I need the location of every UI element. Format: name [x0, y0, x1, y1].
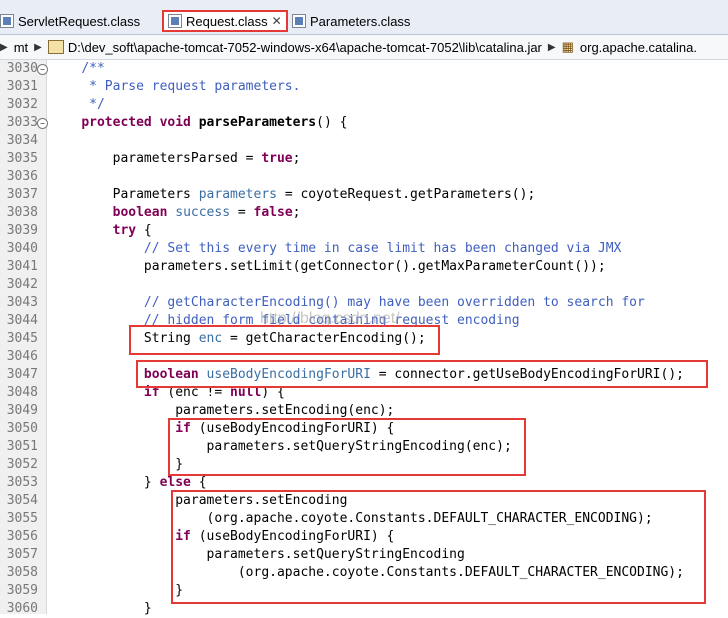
- code-line[interactable]: 3031 * Parse request parameters.: [0, 78, 728, 96]
- line-number: 3037: [6, 187, 38, 202]
- code-text: parametersParsed = true;: [50, 151, 301, 166]
- code-line[interactable]: 3039 try {: [0, 222, 728, 240]
- line-number: 3043: [6, 295, 38, 310]
- chevron-right-icon: ▶: [34, 41, 42, 53]
- jar-icon: [47, 40, 64, 54]
- code-line[interactable]: 3038 boolean success = false;: [0, 204, 728, 222]
- line-number: 3057: [6, 547, 38, 562]
- highlight-box-usebody: [136, 360, 708, 388]
- code-line[interactable]: 3034: [0, 132, 728, 150]
- code-line[interactable]: 3030− /**: [0, 60, 728, 78]
- highlight-box-else: [171, 490, 706, 604]
- line-number: 3031: [6, 79, 38, 94]
- chevron-right-icon: ▶: [0, 41, 8, 53]
- code-line[interactable]: 3041 parameters.setLimit(getConnector().…: [0, 258, 728, 276]
- code-text: }: [50, 583, 184, 598]
- line-number: 3038: [6, 205, 38, 220]
- code-text: protected void parseParameters() {: [81, 115, 348, 130]
- line-number: 3051: [6, 439, 38, 454]
- line-number: 3045: [6, 331, 38, 346]
- line-number: 3054: [6, 493, 38, 508]
- line-number: 3033: [6, 115, 38, 130]
- line-number: 3042: [6, 277, 38, 292]
- tab-parameters[interactable]: Parameters.class: [292, 10, 410, 32]
- code-line[interactable]: 3036: [0, 168, 728, 186]
- line-number: 3055: [6, 511, 38, 526]
- code-text: boolean success = false;: [112, 205, 301, 220]
- line-number: 3058: [6, 565, 38, 580]
- breadcrumb-project[interactable]: mt: [14, 40, 28, 55]
- code-text: parameters.setLimit(getConnector().getMa…: [50, 259, 606, 274]
- line-number: 3050: [6, 421, 38, 436]
- code-line[interactable]: 3040 // Set this every time in case limi…: [0, 240, 728, 258]
- chevron-right-icon: ▶: [547, 41, 556, 53]
- close-icon[interactable]: ✕: [272, 14, 282, 28]
- code-text: /**: [81, 61, 105, 76]
- class-file-icon: [292, 14, 306, 28]
- line-number: 3034: [6, 133, 38, 148]
- line-number: 3039: [6, 223, 38, 238]
- line-number: 3049: [6, 403, 38, 418]
- class-file-icon: [168, 14, 182, 28]
- package-icon: ▦: [561, 39, 574, 54]
- fold-toggle-icon[interactable]: −: [37, 118, 48, 129]
- line-number: 3032: [6, 97, 38, 112]
- breadcrumb: ▶ mt ▶ D:\dev_soft\apache-tomcat-7052-wi…: [0, 35, 728, 60]
- line-number: 3041: [6, 259, 38, 274]
- line-number: 3047: [6, 367, 38, 382]
- line-number: 3056: [6, 529, 38, 544]
- code-text: }: [50, 601, 152, 616]
- highlight-box-if-enc: [168, 418, 526, 476]
- line-number: 3053: [6, 475, 38, 490]
- tab-label: ServletRequest.class: [18, 13, 141, 29]
- highlight-box-enc: [129, 325, 440, 355]
- tab-request[interactable]: Request.class ✕: [162, 10, 288, 32]
- code-line[interactable]: 3035 parametersParsed = true;: [0, 150, 728, 168]
- code-line[interactable]: 3037 Parameters parameters = coyoteReque…: [0, 186, 728, 204]
- code-text: // Set this every time in case limit has…: [143, 241, 622, 256]
- breadcrumb-jar-path[interactable]: D:\dev_soft\apache-tomcat-7052-windows-x…: [68, 40, 542, 55]
- code-text: * Parse request parameters.: [89, 79, 301, 94]
- code-line[interactable]: 3042: [0, 276, 728, 294]
- code-text: }: [50, 457, 184, 472]
- line-number: 3036: [6, 169, 38, 184]
- code-text: Parameters parameters = coyoteRequest.ge…: [50, 187, 536, 202]
- fold-toggle-icon[interactable]: −: [37, 64, 48, 75]
- code-text: */: [89, 97, 105, 112]
- tab-label: Parameters.class: [310, 13, 411, 29]
- breadcrumb-package[interactable]: org.apache.catalina.: [580, 40, 697, 55]
- line-number: 3052: [6, 457, 38, 472]
- code-editor[interactable]: 3030− /** 3031 * Parse request parameters…: [0, 60, 728, 616]
- line-number: 3059: [6, 583, 38, 598]
- tab-label: Request.class: [186, 13, 268, 29]
- line-number: 3044: [6, 313, 38, 328]
- line-number: 3048: [6, 385, 38, 400]
- code-line[interactable]: 3033− protected void parseParameters() {: [0, 114, 728, 132]
- line-number: 3040: [6, 241, 38, 256]
- line-number: 3046: [6, 349, 38, 364]
- class-file-icon: [0, 14, 14, 28]
- code-line[interactable]: 3032 */: [0, 96, 728, 114]
- editor-tab-bar: ServletRequest.class Request.class ✕ Par…: [0, 0, 728, 35]
- line-number: 3030: [6, 61, 38, 76]
- line-number: 3035: [6, 151, 38, 166]
- code-text: try {: [112, 223, 152, 238]
- line-number: 3060: [6, 601, 38, 616]
- tab-servletrequest[interactable]: ServletRequest.class: [0, 10, 140, 32]
